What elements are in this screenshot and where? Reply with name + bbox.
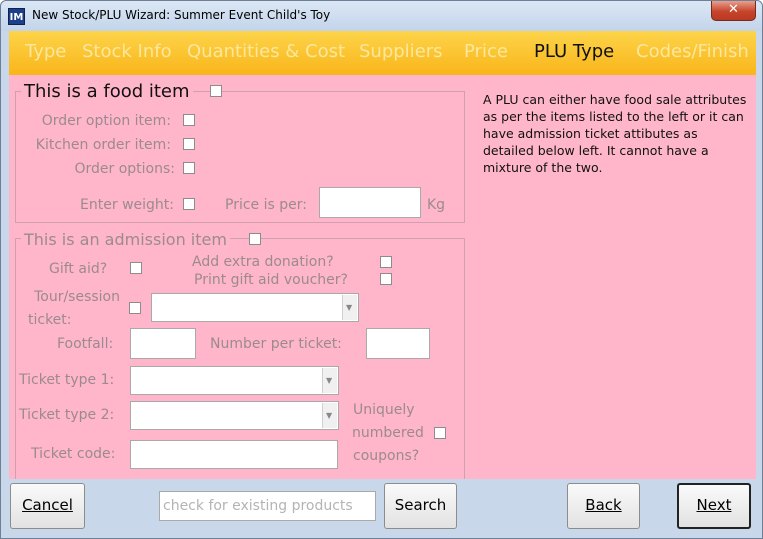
tab-stock-info[interactable]: Stock Info (82, 41, 172, 62)
number-per-ticket-label: Number per ticket: (210, 336, 342, 352)
kitchen-order-item-label: Kitchen order item: (35, 137, 171, 153)
ticket-type-1-select[interactable]: ▼ (130, 366, 339, 395)
order-options-checkbox[interactable] (183, 162, 195, 174)
back-button[interactable]: Back (567, 483, 640, 529)
tour-session-select[interactable]: ▼ (151, 293, 359, 322)
tour-session-ticket-label-2: ticket: (28, 312, 72, 328)
tab-quantities-cost[interactable]: Quantities & Cost (187, 41, 345, 62)
admission-item-title: This is an admission item (21, 230, 230, 249)
search-input[interactable]: check for existing products (159, 491, 376, 521)
gift-aid-checkbox[interactable] (130, 262, 142, 274)
price-is-per-input[interactable] (319, 187, 421, 218)
print-gift-aid-voucher-label: Print gift aid voucher? (194, 272, 348, 288)
tab-type[interactable]: Type (25, 41, 66, 62)
food-item-checkbox[interactable] (210, 85, 222, 97)
gift-aid-label: Gift aid? (49, 261, 108, 277)
order-option-item-checkbox[interactable] (183, 114, 195, 126)
print-gift-aid-voucher-checkbox[interactable] (380, 273, 392, 285)
back-button-label: Back (585, 496, 622, 514)
kitchen-order-item-checkbox[interactable] (183, 138, 195, 150)
ticket-code-label: Ticket code: (31, 446, 116, 462)
food-item-title: This is a food item (21, 81, 193, 102)
tab-codes-finish[interactable]: Codes/Finish (636, 41, 749, 62)
price-is-per-label: Price is per: (225, 197, 307, 213)
window-title: New Stock/PLU Wizard: Summer Event Child… (32, 8, 331, 22)
close-button[interactable]: ✕ (711, 1, 756, 21)
chevron-down-icon[interactable]: ▼ (322, 403, 337, 428)
enter-weight-checkbox[interactable] (183, 198, 195, 210)
footfall-input[interactable] (130, 328, 196, 359)
ticket-type-2-select[interactable]: ▼ (130, 401, 339, 430)
search-button[interactable]: Search (384, 483, 457, 529)
uniquely-numbered-label-2: numbered (352, 425, 424, 441)
order-options-label: Order options: (74, 161, 175, 177)
number-per-ticket-input[interactable] (366, 328, 430, 359)
add-extra-donation-checkbox[interactable] (380, 256, 392, 268)
title-bar[interactable]: IM New Stock/PLU Wizard: Summer Event Ch… (1, 1, 762, 31)
cancel-button[interactable]: Cancel (10, 483, 85, 529)
next-button-label: Next (696, 496, 732, 514)
uniquely-numbered-label-1: Uniquely (353, 402, 415, 418)
kg-unit-label: Kg (427, 197, 446, 213)
next-button[interactable]: Next (677, 483, 751, 529)
plu-type-panel: This is a food item Order option item: K… (9, 75, 756, 479)
search-button-label: Search (394, 496, 447, 514)
enter-weight-label: Enter weight: (80, 197, 174, 213)
wizard-tab-bar: Type Stock Info Quantities & Cost Suppli… (9, 31, 756, 75)
uniquely-numbered-checkbox[interactable] (434, 427, 446, 439)
tab-price[interactable]: Price (464, 41, 508, 62)
tab-plu-type[interactable]: PLU Type (534, 41, 614, 62)
app-icon: IM (8, 8, 25, 25)
info-text: A PLU can either have food sale attribut… (483, 92, 747, 175)
add-extra-donation-label: Add extra donation? (192, 254, 334, 270)
wizard-footer: Cancel check for existing products Searc… (9, 479, 756, 533)
tour-session-ticket-checkbox[interactable] (129, 302, 141, 314)
chevron-down-icon[interactable]: ▼ (342, 295, 357, 320)
chevron-down-icon[interactable]: ▼ (322, 368, 337, 393)
ticket-type-1-label: Ticket type 1: (19, 372, 115, 388)
tab-suppliers[interactable]: Suppliers (359, 41, 443, 62)
footfall-label: Footfall: (57, 336, 114, 352)
uniquely-numbered-label-3: coupons? (353, 448, 420, 464)
cancel-button-label: Cancel (22, 496, 73, 514)
ticket-type-2-label: Ticket type 2: (19, 407, 115, 423)
admission-item-checkbox[interactable] (249, 233, 261, 245)
wizard-window: IM New Stock/PLU Wizard: Summer Event Ch… (0, 0, 763, 539)
ticket-code-input[interactable] (130, 440, 338, 469)
tour-session-ticket-label-1: Tour/session (34, 289, 120, 305)
order-option-item-label: Order option item: (41, 113, 171, 129)
